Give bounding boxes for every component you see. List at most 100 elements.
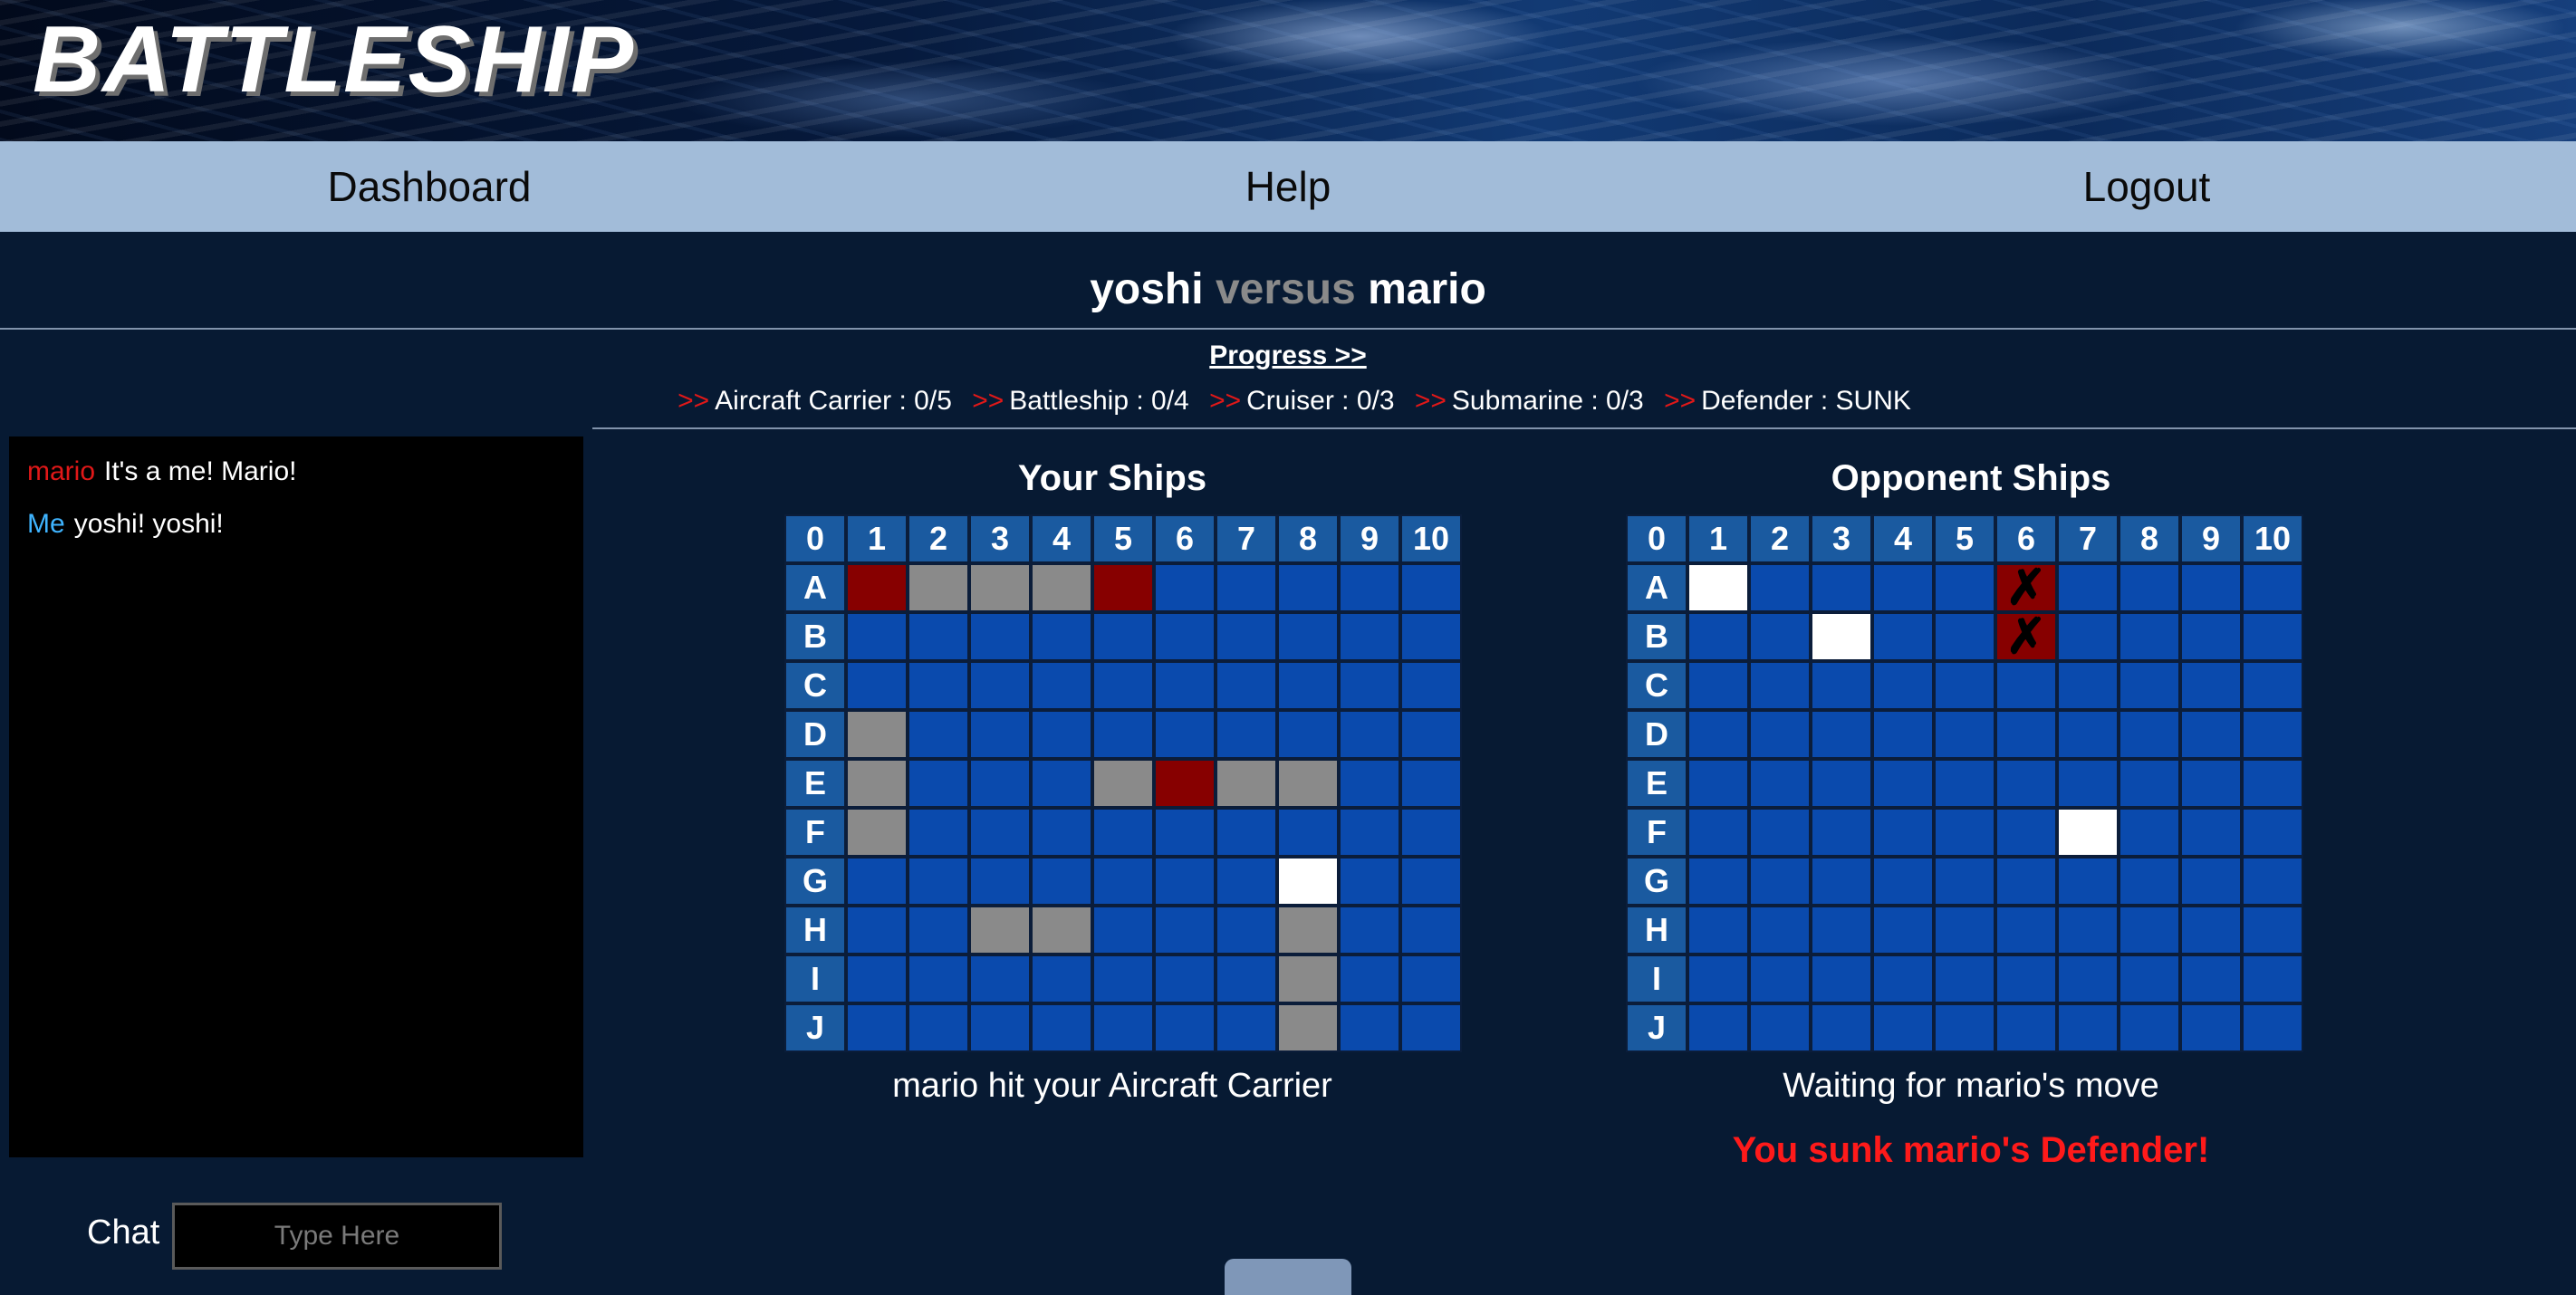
opponent-board-cell-H7-water[interactable]	[2057, 906, 2119, 954]
opponent-board-cell-G1-water[interactable]	[1687, 857, 1749, 906]
opponent-board-cell-D4-water[interactable]	[1872, 710, 1934, 759]
nav-dashboard-link[interactable]: Dashboard	[0, 141, 859, 232]
opponent-board-cell-C4-water[interactable]	[1872, 661, 1934, 710]
opponent-board-cell-E9-water[interactable]	[2180, 759, 2242, 808]
opponent-board-cell-I2-water[interactable]	[1749, 954, 1811, 1003]
opponent-board-cell-I6-water[interactable]	[1995, 954, 2057, 1003]
opponent-board-cell-F3-water[interactable]	[1811, 808, 1872, 857]
opponent-board-cell-E8-water[interactable]	[2119, 759, 2180, 808]
opponent-board-cell-H9-water[interactable]	[2180, 906, 2242, 954]
opponent-board-cell-I9-water[interactable]	[2180, 954, 2242, 1003]
opponent-board-cell-J10-water[interactable]	[2242, 1003, 2303, 1052]
chat-input[interactable]	[172, 1203, 502, 1270]
opponent-board-cell-A4-water[interactable]	[1872, 563, 1934, 612]
opponent-board-cell-A10-water[interactable]	[2242, 563, 2303, 612]
opponent-board-cell-I7-water[interactable]	[2057, 954, 2119, 1003]
opponent-board-cell-J3-water[interactable]	[1811, 1003, 1872, 1052]
opponent-board-cell-E10-water[interactable]	[2242, 759, 2303, 808]
opponent-board-cell-C5-water[interactable]	[1934, 661, 1995, 710]
opponent-board-cell-C2-water[interactable]	[1749, 661, 1811, 710]
opponent-board-cell-C6-water[interactable]	[1995, 661, 2057, 710]
opponent-board-cell-G10-water[interactable]	[2242, 857, 2303, 906]
opponent-board-cell-F6-water[interactable]	[1995, 808, 2057, 857]
opponent-board-cell-E2-water[interactable]	[1749, 759, 1811, 808]
opponent-board-cell-J6-water[interactable]	[1995, 1003, 2057, 1052]
opponent-board-cell-I5-water[interactable]	[1934, 954, 1995, 1003]
opponent-board-cell-D9-water[interactable]	[2180, 710, 2242, 759]
opponent-board-cell-F10-water[interactable]	[2242, 808, 2303, 857]
opponent-board-cell-B1-water[interactable]	[1687, 612, 1749, 661]
opponent-board-cell-B4-water[interactable]	[1872, 612, 1934, 661]
opponent-board-cell-I1-water[interactable]	[1687, 954, 1749, 1003]
opponent-board-cell-G2-water[interactable]	[1749, 857, 1811, 906]
opponent-board-cell-J4-water[interactable]	[1872, 1003, 1934, 1052]
opponent-board-cell-A8-water[interactable]	[2119, 563, 2180, 612]
opponent-board-cell-A9-water[interactable]	[2180, 563, 2242, 612]
opponent-board-cell-H2-water[interactable]	[1749, 906, 1811, 954]
chat-messages-panel[interactable]: mario It's a me! Mario! Me yoshi! yoshi!	[9, 436, 583, 1157]
opponent-board-cell-E5-water[interactable]	[1934, 759, 1995, 808]
opponent-board-cell-D7-water[interactable]	[2057, 710, 2119, 759]
opponent-board-cell-A5-water[interactable]	[1934, 563, 1995, 612]
opponent-board-cell-A2-water[interactable]	[1749, 563, 1811, 612]
opponent-board-cell-J5-water[interactable]	[1934, 1003, 1995, 1052]
opponent-board-cell-F2-water[interactable]	[1749, 808, 1811, 857]
opponent-board-cell-D8-water[interactable]	[2119, 710, 2180, 759]
opponent-board-cell-C3-water[interactable]	[1811, 661, 1872, 710]
opponent-board-cell-G7-water[interactable]	[2057, 857, 2119, 906]
opponent-board-cell-B10-water[interactable]	[2242, 612, 2303, 661]
opponent-board-cell-C7-water[interactable]	[2057, 661, 2119, 710]
opponent-board-cell-F5-water[interactable]	[1934, 808, 1995, 857]
nav-logout-link[interactable]: Logout	[1717, 141, 2576, 232]
opponent-board-cell-D2-water[interactable]	[1749, 710, 1811, 759]
opponent-board-cell-F1-water[interactable]	[1687, 808, 1749, 857]
opponent-board-cell-C1-water[interactable]	[1687, 661, 1749, 710]
opponent-board-cell-H3-water[interactable]	[1811, 906, 1872, 954]
opponent-board-cell-E3-water[interactable]	[1811, 759, 1872, 808]
opponent-board-cell-H1-water[interactable]	[1687, 906, 1749, 954]
opponent-board-cell-E6-water[interactable]	[1995, 759, 2057, 808]
opponent-board-cell-I10-water[interactable]	[2242, 954, 2303, 1003]
opponent-board-cell-B2-water[interactable]	[1749, 612, 1811, 661]
opponent-board-cell-E1-water[interactable]	[1687, 759, 1749, 808]
opponent-board-cell-E4-water[interactable]	[1872, 759, 1934, 808]
progress-toggle-link[interactable]: Progress >>	[0, 341, 2576, 371]
opponent-board-cell-I8-water[interactable]	[2119, 954, 2180, 1003]
opponent-board-cell-B6-sunk[interactable]: ✗	[1995, 612, 2057, 661]
opponent-board-cell-G3-water[interactable]	[1811, 857, 1872, 906]
opponent-board-cell-B3-miss[interactable]	[1811, 612, 1872, 661]
opponent-board-cell-H5-water[interactable]	[1934, 906, 1995, 954]
opponent-board-cell-F8-water[interactable]	[2119, 808, 2180, 857]
opponent-board-cell-G5-water[interactable]	[1934, 857, 1995, 906]
opponent-board-cell-J1-water[interactable]	[1687, 1003, 1749, 1052]
opponent-board-cell-G8-water[interactable]	[2119, 857, 2180, 906]
opponent-board-cell-A7-water[interactable]	[2057, 563, 2119, 612]
opponent-board-cell-E7-water[interactable]	[2057, 759, 2119, 808]
opponent-board-cell-D6-water[interactable]	[1995, 710, 2057, 759]
opponent-board-cell-G4-water[interactable]	[1872, 857, 1934, 906]
opponent-board-cell-H6-water[interactable]	[1995, 906, 2057, 954]
opponent-board-cell-F7-miss[interactable]	[2057, 808, 2119, 857]
opponent-board-cell-F4-water[interactable]	[1872, 808, 1934, 857]
opponent-board-cell-C10-water[interactable]	[2242, 661, 2303, 710]
opponent-board-cell-C8-water[interactable]	[2119, 661, 2180, 710]
opponent-board-cell-H4-water[interactable]	[1872, 906, 1934, 954]
opponent-board-cell-I3-water[interactable]	[1811, 954, 1872, 1003]
opponent-board-cell-J7-water[interactable]	[2057, 1003, 2119, 1052]
opponent-board-cell-J8-water[interactable]	[2119, 1003, 2180, 1052]
opponent-board-cell-G6-water[interactable]	[1995, 857, 2057, 906]
opponent-board-cell-J2-water[interactable]	[1749, 1003, 1811, 1052]
opponent-board-cell-A1-miss[interactable]	[1687, 563, 1749, 612]
opponent-board-cell-D10-water[interactable]	[2242, 710, 2303, 759]
bottom-button[interactable]	[1225, 1259, 1351, 1295]
opponent-board-cell-F9-water[interactable]	[2180, 808, 2242, 857]
opponent-board-cell-I4-water[interactable]	[1872, 954, 1934, 1003]
opponent-board-cell-B8-water[interactable]	[2119, 612, 2180, 661]
opponent-board-cell-A6-sunk[interactable]: ✗	[1995, 563, 2057, 612]
opponent-board-cell-H8-water[interactable]	[2119, 906, 2180, 954]
opponent-board-cell-D1-water[interactable]	[1687, 710, 1749, 759]
opponent-board-cell-D5-water[interactable]	[1934, 710, 1995, 759]
opponent-board-cell-A3-water[interactable]	[1811, 563, 1872, 612]
opponent-board-cell-H10-water[interactable]	[2242, 906, 2303, 954]
opponent-board-cell-G9-water[interactable]	[2180, 857, 2242, 906]
